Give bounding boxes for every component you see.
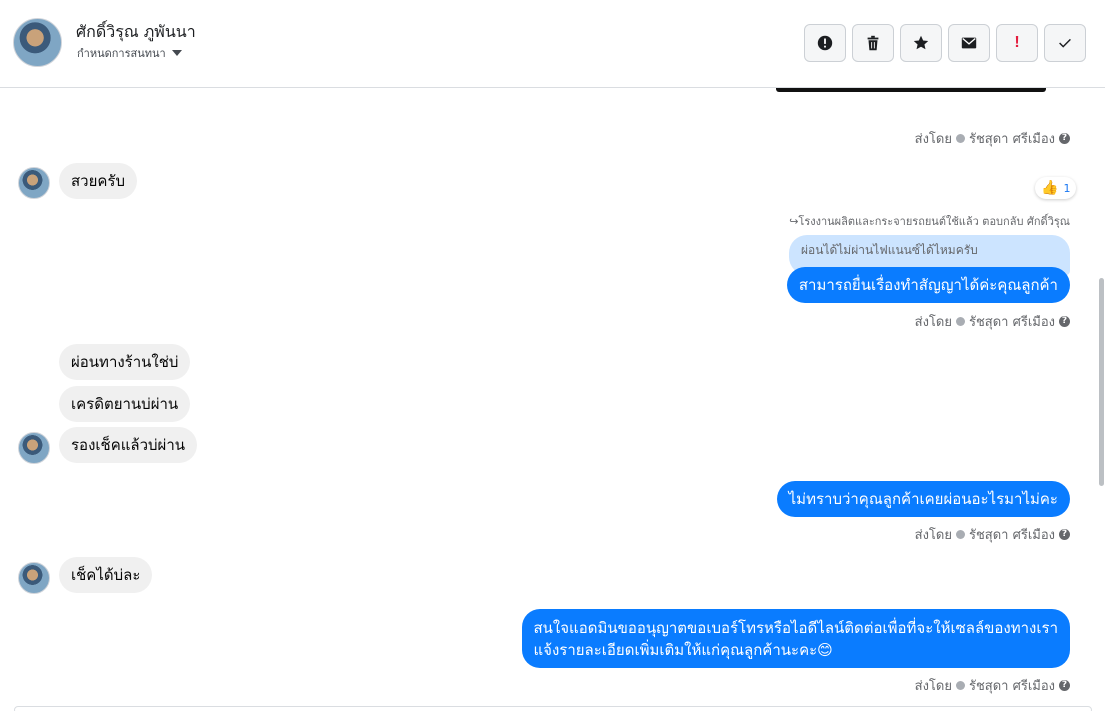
- spam-button[interactable]: [804, 24, 846, 62]
- agent-avatar-icon: [955, 134, 965, 143]
- outgoing-message[interactable]: สนใจแอดมินขออนุญาตขอเบอร์โทรหรือไอดีไลน์…: [521, 609, 1070, 668]
- delete-button[interactable]: [852, 24, 894, 62]
- assign-conversation-dropdown[interactable]: กำหนดการสนทนา: [77, 44, 182, 62]
- help-icon[interactable]: ?: [1059, 133, 1070, 144]
- outgoing-message[interactable]: สามารถยื่นเรื่องทำสัญญาได้ค่ะคุณลูกค้า: [786, 267, 1070, 303]
- exclamation-icon: !: [1014, 34, 1020, 51]
- mark-unread-button[interactable]: [948, 24, 990, 62]
- agent-avatar-icon: [955, 530, 965, 539]
- contact-avatar[interactable]: [13, 18, 62, 67]
- contact-avatar-small[interactable]: [18, 432, 50, 464]
- envelope-icon: [961, 37, 977, 49]
- sent-by-label: ส่งโดย รัชสุดา ศรีเมือง ?: [915, 675, 1070, 696]
- contact-name[interactable]: ศักดิ์วิรุณ ภูพันนา: [76, 20, 196, 45]
- incoming-message[interactable]: สวยครับ: [59, 163, 137, 199]
- incoming-message[interactable]: ผ่อนทางร้านใช่บ่: [59, 344, 191, 380]
- message-composer[interactable]: [14, 706, 1092, 711]
- help-icon[interactable]: ?: [1059, 529, 1070, 540]
- help-icon[interactable]: ?: [1059, 680, 1070, 691]
- sent-by-label: ส่งโดย รัชสุดา ศรีเมือง ?: [915, 524, 1070, 545]
- thread-scrollbar[interactable]: [1099, 278, 1104, 486]
- conversation-header: ศักดิ์วิรุณ ภูพันนา กำหนดการสนทนา !: [0, 0, 1105, 88]
- reaction-count: 1: [1063, 181, 1071, 195]
- contact-avatar-small[interactable]: [18, 562, 50, 594]
- conversation-toolbar: !: [804, 24, 1086, 62]
- trash-icon: [867, 35, 879, 51]
- agent-avatar-icon: [955, 681, 965, 690]
- mark-done-button[interactable]: [1044, 24, 1086, 62]
- message-thread[interactable]: 👍 1 ส่งโดย รัชสุดา ศรีเมือง ? สวยครับ ↪โ…: [0, 88, 1105, 711]
- contact-avatar-small[interactable]: [18, 167, 50, 199]
- outgoing-message[interactable]: ไม่ทราบว่าคุณลูกค้าเคยผ่อนอะไรมาไม่คะ: [776, 481, 1070, 517]
- assign-label: กำหนดการสนทนา: [77, 47, 166, 60]
- star-icon: [913, 35, 929, 50]
- incoming-message[interactable]: เครดิตยานบ่ผ่าน: [59, 386, 191, 422]
- sent-by-label: ส่งโดย รัชสุดา ศรีเมือง ?: [915, 128, 1070, 149]
- message-line: สนใจแอดมินขออนุญาตขอเบอร์โทรหรือไอดีไลน์…: [533, 619, 1059, 637]
- sent-by-label: ส่งโดย รัชสุดา ศรีเมือง ?: [915, 311, 1070, 332]
- thumbs-up-icon: 👍: [1041, 180, 1059, 196]
- caret-down-icon: [171, 50, 182, 56]
- help-icon[interactable]: ?: [1059, 316, 1070, 327]
- reply-context: ↪โรงงานผลิตและกระจายรถยนต์ใช้แล้ว ตอบกลั…: [789, 215, 1070, 228]
- alert-circle-icon: [817, 35, 833, 51]
- incoming-message[interactable]: เช็คได้บ่ละ: [59, 557, 153, 593]
- message-line: แจ้งรายละเอียดเพิ่มเติมให้แก่คุณลูกค้านะ…: [533, 641, 833, 659]
- agent-avatar-icon: [955, 317, 965, 326]
- incoming-message[interactable]: รองเช็คแล้วบ่ผ่าน: [59, 427, 198, 463]
- reaction-badge[interactable]: 👍 1: [1035, 177, 1077, 199]
- follow-up-button[interactable]: !: [996, 24, 1038, 62]
- star-button[interactable]: [900, 24, 942, 62]
- image-attachment[interactable]: [776, 88, 1046, 92]
- check-icon: [1059, 38, 1071, 48]
